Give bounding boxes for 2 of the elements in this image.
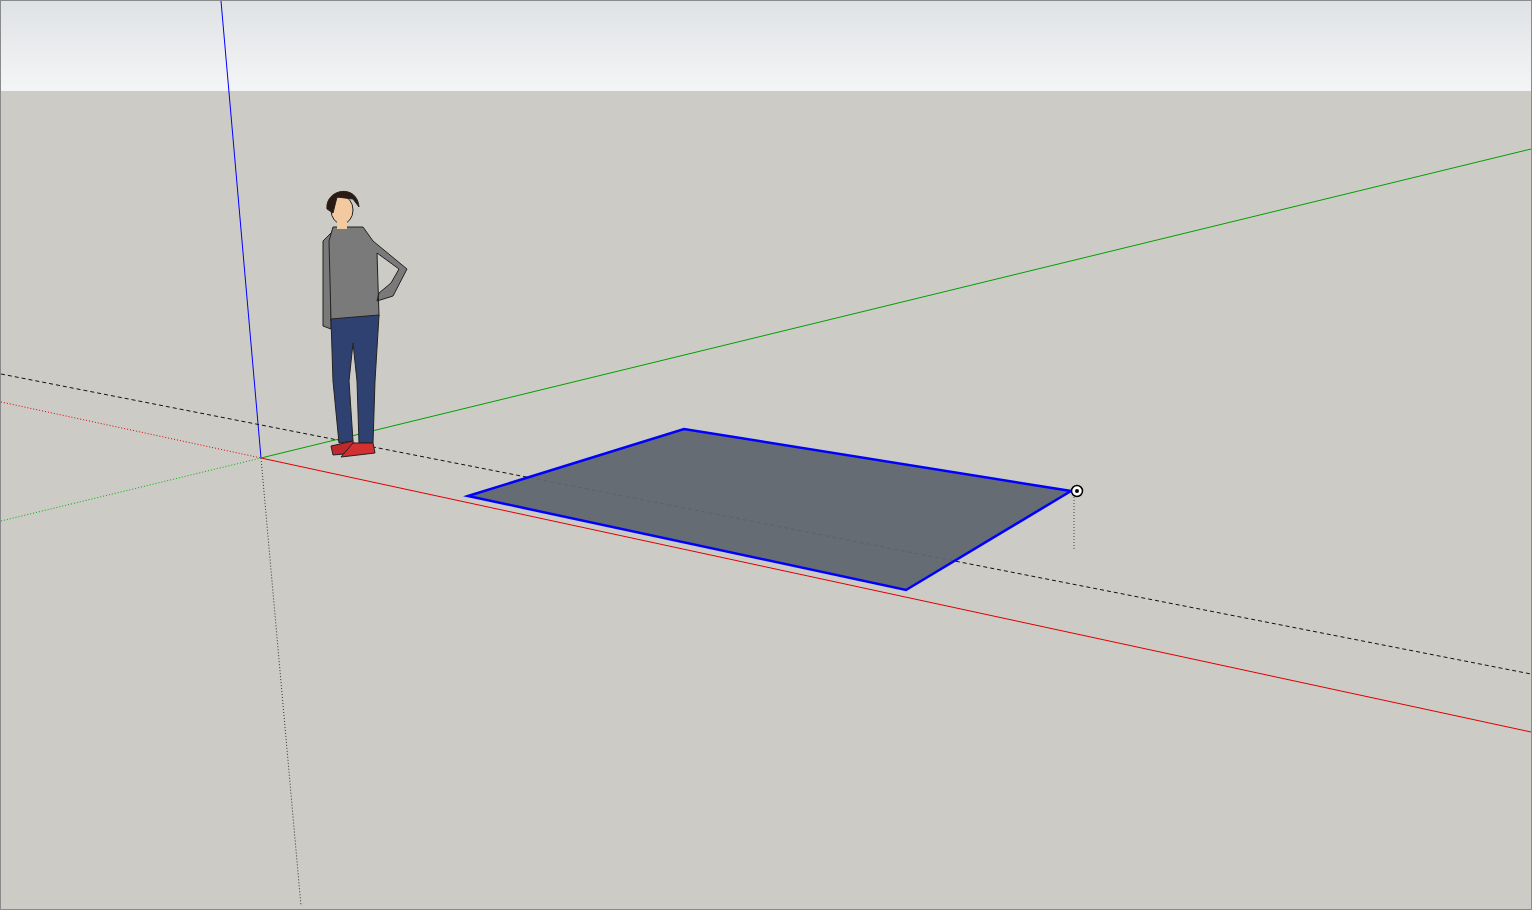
endpoint-inference-icon — [1070, 484, 1084, 498]
dotted-inference-line — [1073, 496, 1075, 550]
